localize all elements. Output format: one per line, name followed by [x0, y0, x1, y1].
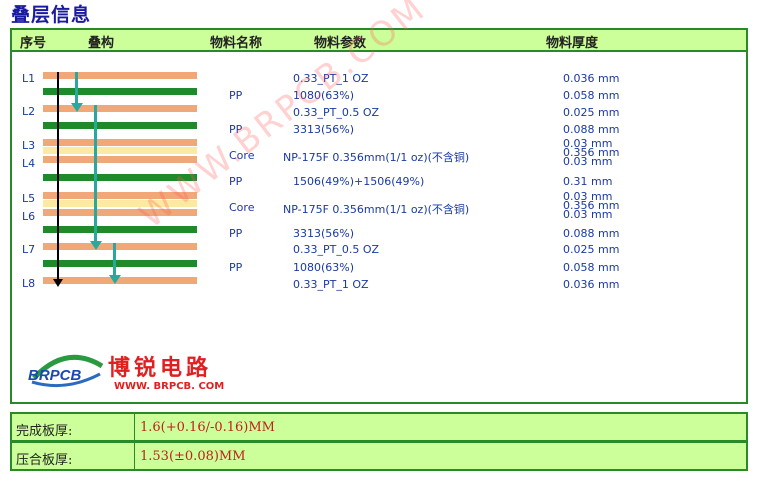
row-9-param: 0.33_PT_0.5 OZ	[293, 243, 380, 256]
row-2-name: PP	[229, 89, 243, 102]
row-8-param: 3313(56%)	[293, 227, 355, 240]
logo-url-text: WWW. BRPCB. COM	[114, 381, 225, 392]
prepreg-layer-4	[43, 226, 197, 233]
buried-via-arrow-icon	[90, 241, 102, 250]
summary-key: 压合板厚:	[16, 453, 73, 468]
header-thickness: 物料厚度	[546, 36, 599, 51]
layer-label-l8: L8	[22, 277, 36, 290]
row-10-name: PP	[229, 261, 243, 274]
through-hole-arrow-icon	[53, 279, 63, 287]
row-10-param: 1080(63%)	[293, 261, 355, 274]
summary-value: 1.6(+0.16/-0.16)MM	[140, 420, 275, 435]
copper-layer-4	[43, 156, 197, 163]
page-title: 叠层信息	[11, 4, 92, 26]
copper-layer-7	[43, 243, 197, 250]
prepreg-layer-2	[43, 122, 197, 129]
summary-value: 1.53(±0.08)MM	[140, 449, 246, 464]
copper-layer-2	[43, 105, 197, 112]
row-6-param: 1506(49%)+1506(49%)	[293, 175, 425, 188]
row-9-thickness: 0.025 mm	[563, 243, 620, 256]
row-1-thickness: 0.036 mm	[563, 72, 620, 85]
layer-label-l4: L4	[22, 157, 36, 170]
header-name: 物料名称	[210, 36, 263, 51]
header-stack: 叠构	[88, 36, 115, 51]
row-7-name: Core	[229, 201, 255, 214]
row-3-thickness: 0.025 mm	[563, 106, 620, 119]
buried-via-line	[94, 105, 97, 242]
summary-key: 完成板厚:	[16, 424, 73, 439]
logo-brand-text: BRPCB	[28, 367, 82, 384]
prepreg-layer-5	[43, 260, 197, 267]
row-10-thickness: 0.058 mm	[563, 261, 620, 274]
header-no: 序号	[20, 36, 47, 51]
copper-layer-1	[43, 72, 197, 79]
core-layer-1	[43, 147, 197, 154]
summary-divider	[134, 414, 135, 440]
row-5-thickness-bottom: 0.03 mm	[563, 155, 613, 168]
through-hole-line	[57, 72, 59, 282]
brpcb-logo: BRPCB	[26, 348, 106, 396]
blind-via-1-arrow-icon	[71, 103, 83, 112]
row-4-param: 3313(56%)	[293, 123, 355, 136]
row-2-thickness: 0.058 mm	[563, 89, 620, 102]
row-8-name: PP	[229, 227, 243, 240]
layer-label-l7: L7	[22, 243, 36, 256]
blind-via-2-arrow-icon	[109, 275, 121, 284]
blind-via-2-line	[113, 243, 116, 276]
row-4-thickness: 0.088 mm	[563, 123, 620, 136]
row-7-thickness-bottom: 0.03 mm	[563, 208, 613, 221]
row-5-param: NP-175F 0.356mm(1/1 oz)(不含铜)	[283, 151, 470, 164]
layer-label-l3: L3	[22, 139, 36, 152]
row-11-thickness: 0.036 mm	[563, 278, 620, 291]
layer-label-l2: L2	[22, 105, 36, 118]
layer-label-l6: L6	[22, 210, 36, 223]
logo-cn-text: 博锐电路	[108, 355, 213, 381]
row-6-thickness: 0.31 mm	[563, 175, 613, 188]
row-11-param: 0.33_PT_1 OZ	[293, 278, 369, 291]
blind-via-1-line	[75, 72, 78, 104]
layer-label-l5: L5	[22, 192, 36, 205]
summary-divider	[134, 443, 135, 469]
summary-row-finished-thickness: 完成板厚: 1.6(+0.16/-0.16)MM	[10, 412, 748, 442]
copper-layer-3	[43, 139, 197, 146]
layer-label-l1: L1	[22, 72, 36, 85]
stackup-panel: 序号 叠构 物料名称 物料参数 物料厚度 L1 L2 L3 L4 L5 L6 L…	[10, 0, 748, 404]
row-7-param: NP-175F 0.356mm(1/1 oz)(不含铜)	[283, 203, 470, 216]
summary-row-laminated-thickness: 压合板厚: 1.53(±0.08)MM	[10, 441, 748, 471]
row-8-thickness: 0.088 mm	[563, 227, 620, 240]
prepreg-layer-1	[43, 88, 197, 95]
